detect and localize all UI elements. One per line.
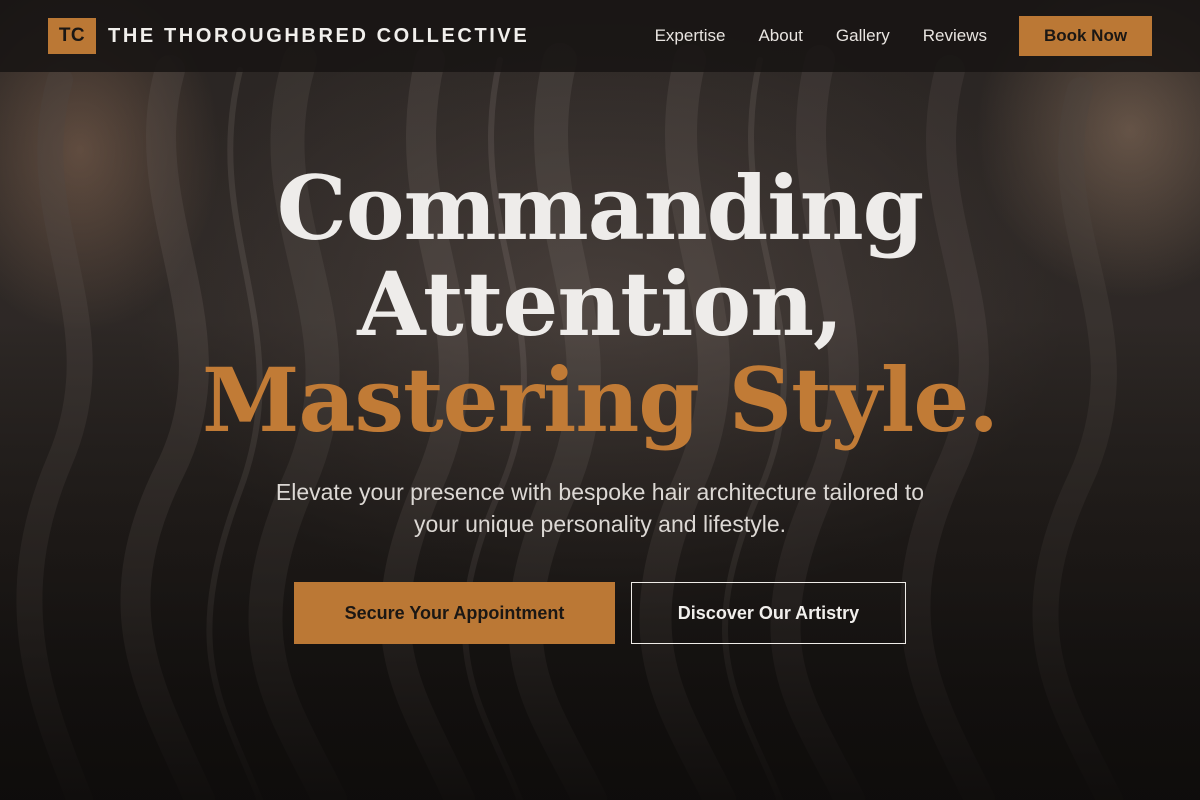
nav-link-about[interactable]: About xyxy=(758,26,802,46)
book-now-button[interactable]: Book Now xyxy=(1019,16,1152,56)
brand-logo[interactable]: TC THE THOROUGHBRED COLLECTIVE xyxy=(48,18,529,54)
headline-accent: Mastering Style. xyxy=(202,348,999,452)
secure-appointment-button[interactable]: Secure Your Appointment xyxy=(294,582,615,644)
top-navigation: TC THE THOROUGHBRED COLLECTIVE Expertise… xyxy=(0,0,1200,72)
nav-links: Expertise About Gallery Reviews xyxy=(655,26,987,46)
discover-artistry-button[interactable]: Discover Our Artistry xyxy=(631,582,906,644)
hero-headline: Commanding Attention, Mastering Style. xyxy=(0,160,1200,448)
brand-name: THE THOROUGHBRED COLLECTIVE xyxy=(108,24,530,47)
nav-link-gallery[interactable]: Gallery xyxy=(836,26,890,46)
logo-mark: TC xyxy=(48,18,96,54)
headline-line-1: Commanding xyxy=(276,156,924,260)
headline-line-2: Attention, xyxy=(357,252,843,356)
nav-link-reviews[interactable]: Reviews xyxy=(923,26,987,46)
hero-section: Commanding Attention, Mastering Style. E… xyxy=(0,160,1200,644)
hero-subtitle: Elevate your presence with bespoke hair … xyxy=(275,479,925,537)
cta-row: Secure Your Appointment Discover Our Art… xyxy=(0,582,1200,644)
nav-link-expertise[interactable]: Expertise xyxy=(655,26,726,46)
